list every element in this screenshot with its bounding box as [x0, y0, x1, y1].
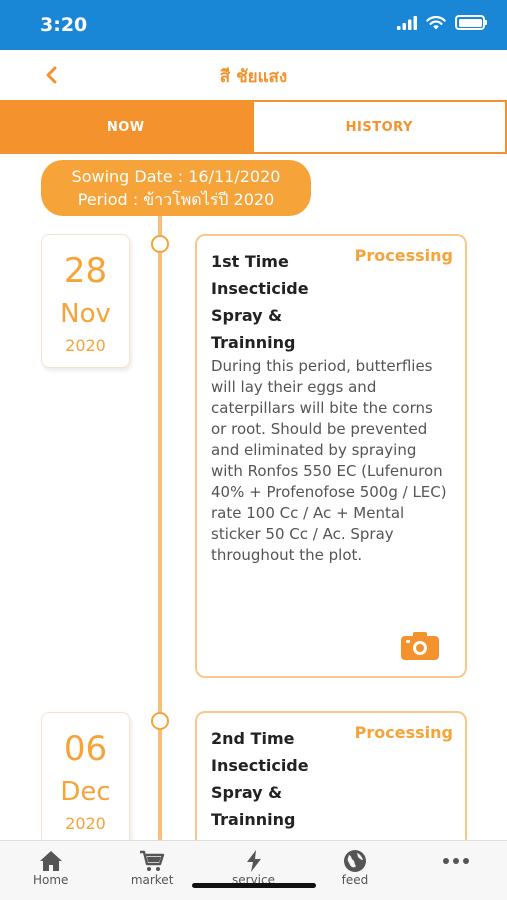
bottom-tab-feed[interactable]: feed — [304, 841, 405, 900]
date-month: Dec — [60, 777, 111, 807]
nav-bar: สี ชัยแสง — [0, 50, 507, 100]
segment-tabs: NOW HISTORY — [0, 100, 507, 154]
home-icon — [39, 851, 62, 871]
status-bar: 3:20 — [0, 0, 507, 50]
sowing-date: Sowing Date : 16/11/2020 — [71, 167, 281, 186]
activity-description: During this period, butterflies will lay… — [211, 357, 447, 564]
bolt-icon — [246, 850, 261, 872]
wifi-icon — [426, 15, 446, 29]
tab-now[interactable]: NOW — [0, 102, 252, 152]
bottom-tab-more[interactable] — [406, 841, 507, 900]
timeline-dot — [151, 712, 169, 730]
date-box: 28 Nov 2020 — [41, 234, 130, 368]
activity-title: 1st Time Insecticide Spray & Trainning — [211, 252, 309, 352]
cart-icon — [140, 850, 165, 871]
status-badge: Processing — [354, 246, 453, 265]
tab-history[interactable]: HISTORY — [251, 102, 507, 152]
bottom-tab-label: feed — [341, 873, 369, 887]
battery-icon — [455, 15, 487, 30]
bottom-tab-home[interactable]: Home — [0, 841, 101, 900]
more-icon — [443, 858, 470, 864]
timeline-dot — [151, 235, 169, 253]
date-year: 2020 — [65, 814, 106, 833]
home-indicator — [192, 883, 316, 888]
status-time: 3:20 — [40, 14, 88, 36]
date-day: 06 — [63, 729, 108, 769]
signal-icon — [397, 15, 417, 30]
sowing-info-badge: Sowing Date : 16/11/2020 Period : ข้าวโพ… — [41, 160, 311, 216]
page-title: สี ชัยแสง — [219, 67, 288, 87]
status-icons — [397, 15, 487, 30]
date-month: Nov — [60, 299, 111, 329]
bottom-tab-label: Home — [32, 873, 69, 887]
bottom-tab-service[interactable]: service — [203, 841, 304, 900]
status-badge: Processing — [354, 723, 453, 742]
date-day: 28 — [63, 251, 108, 291]
sowing-period: Period : ข้าวโพดไร่ปี 2020 — [77, 190, 275, 209]
date-year: 2020 — [65, 336, 106, 355]
activity-title: 2nd Time Insecticide Spray & Trainning — [211, 729, 309, 829]
bottom-tab-label: market — [130, 873, 174, 887]
date-box: 06 Dec 2020 — [41, 712, 130, 846]
camera-icon[interactable] — [401, 632, 439, 660]
globe-icon — [343, 850, 366, 872]
activity-card[interactable]: Processing 1st Time Insecticide Spray & … — [195, 234, 467, 678]
bottom-tab-market[interactable]: market — [101, 841, 202, 900]
bottom-tab-bar: Home market service feed — [0, 840, 507, 900]
timeline-line — [158, 216, 162, 850]
